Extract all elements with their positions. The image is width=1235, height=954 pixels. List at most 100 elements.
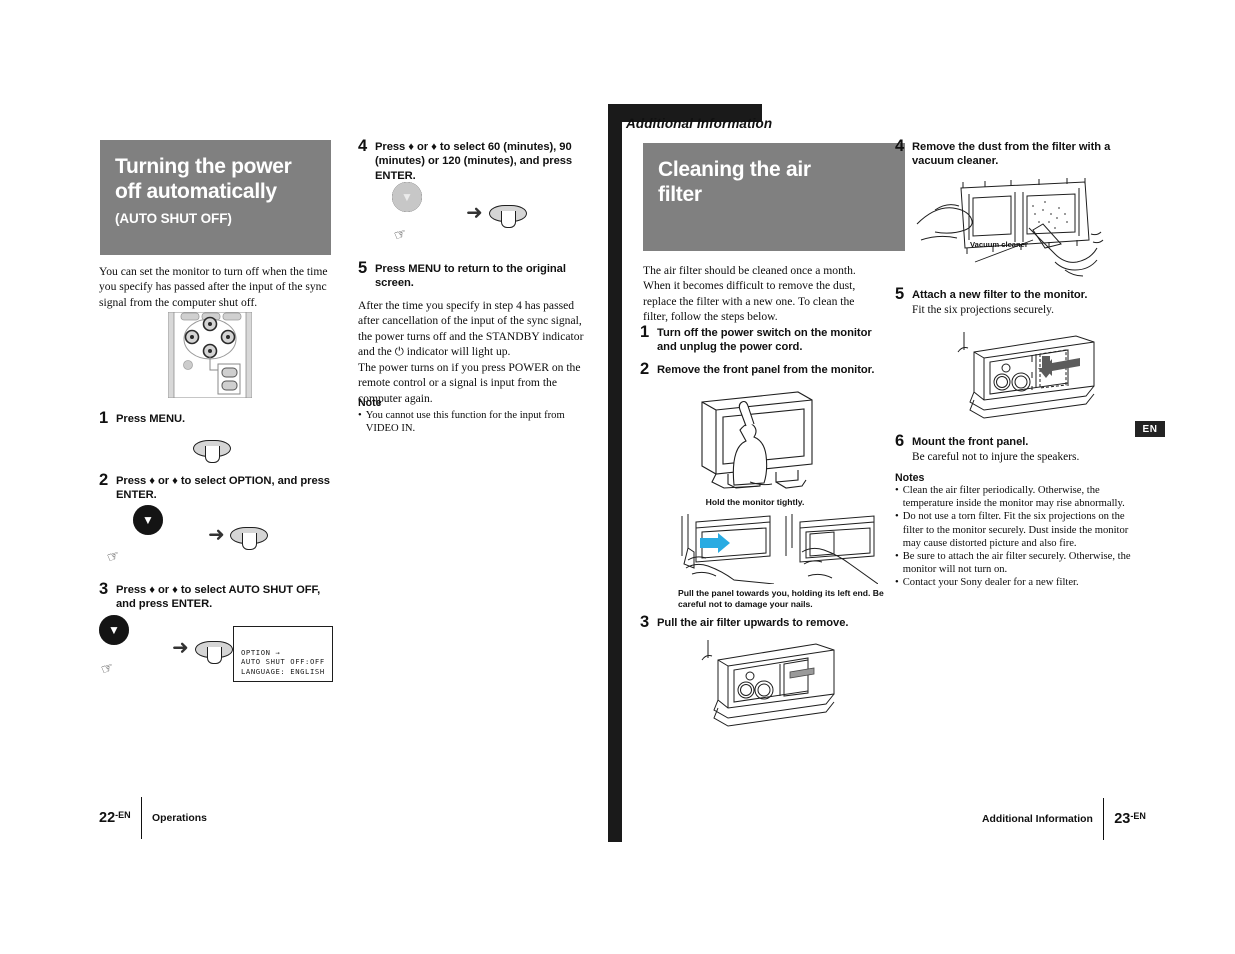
finger-icon xyxy=(207,647,222,664)
vacuum-filter-illustration xyxy=(915,170,1115,282)
left-title-subtitle: (AUTO SHUT OFF) xyxy=(115,211,232,226)
left-note-item-1: You cannot use this function for the inp… xyxy=(365,410,565,435)
right-page-footer: Additional Information 23-EN xyxy=(982,798,1146,840)
panel-pull-illustration-left xyxy=(678,512,774,584)
right-step-6-sub: Be careful not to injure the speakers. xyxy=(912,451,1080,464)
remote-control-illustration xyxy=(168,312,252,398)
right-step-1-number: 1 xyxy=(640,323,650,341)
right-step-5-number: 5 xyxy=(895,285,905,303)
left-step-4-text: Press ♦ or ♦ to select 60 (minutes), 90 … xyxy=(375,141,573,182)
left-step-2-text: Press ♦ or ♦ to select OPTION, and press… xyxy=(116,475,330,502)
osd-menu-lines: OPTION → AUTO SHUT OFF:OFF LANGUAGE: ENG… xyxy=(241,648,325,676)
filter-removal-illustration xyxy=(688,638,838,734)
left-step-5-number: 5 xyxy=(358,259,368,277)
pointing-hand-icon-step2: ☞ xyxy=(104,546,122,566)
left-page: Turning the power off automatically (AUT… xyxy=(0,0,610,954)
right-intro-paragraph: The air filter should be cleaned once a … xyxy=(643,264,856,324)
right-step-2: 2 Remove the front panel from the monito… xyxy=(640,360,880,378)
enter-button-diagram-step2 xyxy=(230,527,268,550)
right-title-line-1: Cleaning the air xyxy=(658,158,811,181)
right-step-6-number: 6 xyxy=(895,432,905,450)
caption-pull-panel: Pull the panel towards you, holding its … xyxy=(678,588,884,609)
left-step-3-number: 3 xyxy=(99,580,109,598)
left-step-5: 5 Press MENU to return to the original s… xyxy=(358,259,590,291)
left-page-number-value: 22 xyxy=(99,810,116,826)
list-item: • Clean the air filter periodically. Oth… xyxy=(895,484,1135,510)
left-title-line-2: off automatically xyxy=(115,180,277,203)
right-note-item-2: Do not use a torn filter. Fit the six pr… xyxy=(902,511,1129,549)
after-paragraph-2: The power turns on if you press POWER on… xyxy=(358,361,581,405)
chapter-label: Additional Information xyxy=(626,116,773,131)
bullet-icon: • xyxy=(895,551,899,563)
right-step-3-text: Pull the air filter upwards to remove. xyxy=(657,617,849,629)
list-item: • Do not use a torn filter. Fit the six … xyxy=(895,510,1135,550)
finger-icon xyxy=(205,446,220,463)
right-title-block: Cleaning the air filter xyxy=(643,143,905,251)
right-step-4-text: Remove the dust from the filter with a v… xyxy=(912,141,1111,168)
left-step-4-number: 4 xyxy=(358,137,368,155)
right-notes-body: • Clean the air filter periodically. Oth… xyxy=(895,484,1135,590)
right-title-line-2: filter xyxy=(658,183,702,206)
finger-icon xyxy=(242,533,257,550)
right-step-5-sub: Fit the six projections securely. xyxy=(912,304,1054,317)
right-step-5-text: Attach a new filter to the monitor. xyxy=(912,289,1088,301)
left-intro-paragraph: You can set the monitor to turn off when… xyxy=(99,265,328,309)
left-footer-section: Operations xyxy=(152,812,207,824)
right-page-number: 23-EN xyxy=(1114,811,1146,827)
enter-button-diagram-step4 xyxy=(489,205,527,228)
right-page: Additional Information Cleaning the air … xyxy=(610,0,1235,954)
monitor-hold-illustration xyxy=(690,386,820,496)
down-button: ▼ xyxy=(99,615,129,645)
right-step-4: 4 Remove the dust from the filter with a… xyxy=(895,137,1130,169)
left-page-footer: 22-EN Operations xyxy=(99,797,207,839)
bullet-icon: • xyxy=(358,410,362,421)
right-note-item-1: Clean the air filter periodically. Other… xyxy=(902,485,1125,510)
arrow-down-icon: ▼ xyxy=(108,623,120,637)
right-note-item-4: Contact your Sony dealer for a new filte… xyxy=(902,577,1079,589)
right-step-6: 6 Mount the front panel. Be careful not … xyxy=(895,432,1130,465)
right-step-1: 1 Turn off the power switch on the monit… xyxy=(640,323,880,355)
left-step-5-text: Press MENU to return to the original scr… xyxy=(375,263,566,290)
arrow-down-icon: ▼ xyxy=(401,190,413,204)
left-step-1: 1 Press MENU. xyxy=(99,409,334,427)
left-step-2-number: 2 xyxy=(99,471,109,489)
right-step-2-text: Remove the front panel from the monitor. xyxy=(657,364,875,376)
right-step-2-number: 2 xyxy=(640,360,650,378)
right-step-5: 5 Attach a new filter to the monitor. Fi… xyxy=(895,285,1130,318)
label-vacuum-cleaner: Vacuum cleaner xyxy=(970,240,1028,249)
enter-button-diagram-step1 xyxy=(193,440,231,463)
panel-pull-illustration-right xyxy=(782,512,878,584)
footer-divider xyxy=(1102,798,1105,840)
bullet-icon: • xyxy=(895,577,899,589)
left-step-1-text: Press MENU. xyxy=(116,413,186,425)
osd-line-option: OPTION → xyxy=(241,647,281,657)
flow-arrow-step2: ➜ xyxy=(208,524,225,546)
right-note-item-3: Be sure to attach the air filter securel… xyxy=(902,551,1131,576)
footer-divider xyxy=(140,797,143,839)
bullet-icon: • xyxy=(895,485,899,496)
enter-button-diagram-step3 xyxy=(195,641,233,664)
flow-arrow-step3: ➜ xyxy=(172,637,189,659)
down-button: ▼ xyxy=(392,182,422,212)
right-footer-section: Additional Information xyxy=(982,813,1093,825)
left-step-3: 3 Press ♦ or ♦ to select AUTO SHUT OFF, … xyxy=(99,580,334,612)
list-item: • You cannot use this function for the i… xyxy=(358,409,590,435)
flow-arrow-step4: ➜ xyxy=(466,202,483,224)
left-page-number-suffix: -EN xyxy=(115,810,131,820)
right-step-6-text: Mount the front panel. xyxy=(912,436,1029,448)
osd-menu-preview: OPTION → AUTO SHUT OFF:OFF LANGUAGE: ENG… xyxy=(233,626,333,682)
left-title-line-1: Turning the power xyxy=(115,155,292,178)
list-item: • Be sure to attach the air filter secur… xyxy=(895,550,1135,576)
caption-hold-monitor: Hold the monitor tightly. xyxy=(705,497,805,507)
arrow-down-icon: ▼ xyxy=(142,513,154,527)
attach-filter-illustration xyxy=(940,328,1100,428)
after-paragraph-1: After the time you specify in step 4 has… xyxy=(358,299,584,359)
left-step-2: 2 Press ♦ or ♦ to select OPTION, and pre… xyxy=(99,471,334,503)
right-notes-heading: Notes xyxy=(895,472,925,484)
left-page-number: 22-EN xyxy=(99,810,131,826)
finger-icon xyxy=(501,211,516,228)
right-step-4-number: 4 xyxy=(895,137,905,155)
osd-line-auto-shut-off: AUTO SHUT OFF:OFF xyxy=(241,657,325,667)
right-page-number-value: 23 xyxy=(1114,811,1131,827)
right-step-1-text: Turn off the power switch on the monitor… xyxy=(657,327,872,354)
